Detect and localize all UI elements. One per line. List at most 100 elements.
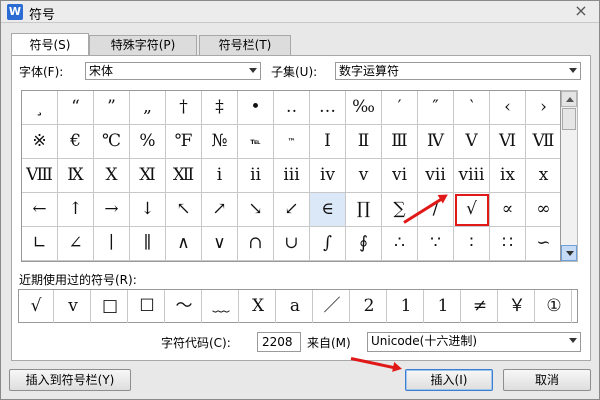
symbol-cell[interactable]: ‡: [202, 91, 238, 125]
symbol-cell[interactable]: ¸: [22, 91, 58, 125]
symbol-cell[interactable]: ⅳ: [310, 159, 346, 193]
symbol-cell[interactable]: ∈: [310, 193, 346, 227]
symbol-cell[interactable]: Ⅵ: [490, 125, 526, 159]
symbol-cell[interactable]: ∫: [310, 227, 346, 261]
symbol-cell[interactable]: ↖: [166, 193, 202, 227]
symbol-cell[interactable]: ∞: [526, 193, 560, 227]
close-icon[interactable]: ×: [571, 2, 591, 20]
symbol-cell[interactable]: ∨: [202, 227, 238, 261]
tab-symbols[interactable]: 符号(S): [11, 33, 89, 55]
tab-special-characters[interactable]: 特殊字符(P): [89, 35, 197, 55]
symbol-cell[interactable]: ‹: [490, 91, 526, 125]
symbol-cell[interactable]: ∧: [166, 227, 202, 261]
symbol-cell[interactable]: †: [166, 91, 202, 125]
recent-symbol-cell[interactable]: a: [278, 290, 313, 323]
insert-button[interactable]: 插入(I): [405, 369, 493, 391]
symbol-cell[interactable]: Ⅲ: [382, 125, 418, 159]
symbol-cell[interactable]: ™: [274, 125, 310, 159]
symbol-cell[interactable]: €: [58, 125, 94, 159]
symbol-cell[interactable]: ←: [22, 193, 58, 227]
symbol-cell[interactable]: ↙: [274, 193, 310, 227]
symbol-cell[interactable]: ⅶ: [418, 159, 454, 193]
recent-symbol-cell[interactable]: X: [241, 290, 276, 323]
symbol-cell[interactable]: ⅱ: [238, 159, 274, 193]
recent-symbol-cell[interactable]: v: [56, 290, 91, 323]
recent-symbol-cell[interactable]: ☐: [130, 290, 165, 323]
symbol-cell[interactable]: ‥: [274, 91, 310, 125]
symbol-cell[interactable]: ′: [382, 91, 418, 125]
symbol-cell[interactable]: Ⅻ: [166, 159, 202, 193]
symbol-cell[interactable]: ⅰ: [202, 159, 238, 193]
recent-symbol-cell[interactable]: ／: [315, 290, 350, 323]
symbol-cell[interactable]: Ⅷ: [22, 159, 58, 193]
recent-symbol-cell[interactable]: √: [19, 290, 54, 323]
font-select[interactable]: 宋体: [85, 62, 261, 80]
scroll-thumb[interactable]: [562, 108, 576, 130]
symbol-cell[interactable]: ‰: [346, 91, 382, 125]
symbol-cell[interactable]: Ⅳ: [418, 125, 454, 159]
symbol-cell[interactable]: ∽: [526, 227, 560, 261]
symbol-cell[interactable]: ∝: [490, 193, 526, 227]
cancel-button[interactable]: 取消: [503, 369, 591, 391]
symbol-cell[interactable]: ⅷ: [454, 159, 490, 193]
symbol-cell[interactable]: Ⅱ: [346, 125, 382, 159]
symbol-cell[interactable]: Ⅸ: [58, 159, 94, 193]
symbol-cell[interactable]: ∟: [22, 227, 58, 261]
symbol-cell[interactable]: ∷: [490, 227, 526, 261]
scroll-down-button[interactable]: [561, 245, 577, 261]
symbol-cell[interactable]: …: [310, 91, 346, 125]
symbol-cell[interactable]: ∥: [130, 227, 166, 261]
recent-symbol-cell[interactable]: ～: [167, 290, 202, 323]
symbol-cell[interactable]: ∑: [382, 193, 418, 227]
symbol-cell[interactable]: ↗: [202, 193, 238, 227]
symbol-cell[interactable]: „: [130, 91, 166, 125]
from-select[interactable]: Unicode(十六进制): [367, 332, 581, 352]
symbol-cell[interactable]: ⅸ: [490, 159, 526, 193]
symbol-cell[interactable]: ∩: [238, 227, 274, 261]
symbol-cell[interactable]: ↘: [238, 193, 274, 227]
symbol-cell[interactable]: “: [58, 91, 94, 125]
char-code-input[interactable]: 2208: [257, 332, 301, 352]
symbol-cell[interactable]: ∶: [454, 227, 490, 261]
symbol-cell[interactable]: Ⅶ: [526, 125, 560, 159]
symbol-cell[interactable]: ∠: [58, 227, 94, 261]
recent-symbol-cell[interactable]: ﹏: [204, 290, 239, 323]
symbol-cell[interactable]: ⅴ: [346, 159, 382, 193]
symbol-cell[interactable]: ↑: [58, 193, 94, 227]
recent-symbol-cell[interactable]: 1: [426, 290, 461, 323]
symbol-cell[interactable]: ›: [526, 91, 560, 125]
symbol-cell[interactable]: ”: [94, 91, 130, 125]
symbol-cell[interactable]: ‵: [454, 91, 490, 125]
symbol-cell[interactable]: Ⅴ: [454, 125, 490, 159]
symbol-cell[interactable]: %: [130, 125, 166, 159]
symbol-cell[interactable]: ∵: [418, 227, 454, 261]
symbol-cell[interactable]: ∪: [274, 227, 310, 261]
symbol-cell[interactable]: ∮: [346, 227, 382, 261]
symbol-cell[interactable]: Ⅺ: [130, 159, 166, 193]
symbol-cell[interactable]: ℉: [166, 125, 202, 159]
recent-symbol-cell[interactable]: ①: [537, 290, 572, 323]
symbol-cell[interactable]: Ⅰ: [310, 125, 346, 159]
symbol-cell[interactable]: ⅹ: [526, 159, 560, 193]
scroll-up-button[interactable]: [561, 91, 577, 107]
insert-to-symbol-bar-button[interactable]: 插入到符号栏(Y): [9, 369, 131, 391]
recent-symbol-cell[interactable]: 2: [352, 290, 387, 323]
symbol-cell[interactable]: №: [202, 125, 238, 159]
symbol-cell[interactable]: ∣: [94, 227, 130, 261]
grid-scrollbar[interactable]: [561, 90, 578, 262]
symbol-cell[interactable]: ∴: [382, 227, 418, 261]
symbol-cell[interactable]: ※: [22, 125, 58, 159]
symbol-cell[interactable]: ℡: [238, 125, 274, 159]
symbol-cell[interactable]: ⅲ: [274, 159, 310, 193]
tab-symbol-bar[interactable]: 符号栏(T): [199, 35, 291, 55]
recent-symbol-cell[interactable]: ≠: [463, 290, 498, 323]
symbol-cell[interactable]: ↓: [130, 193, 166, 227]
symbol-cell[interactable]: ″: [418, 91, 454, 125]
recent-symbol-cell[interactable]: □: [93, 290, 128, 323]
symbol-cell[interactable]: →: [94, 193, 130, 227]
recent-symbol-cell[interactable]: ￥: [500, 290, 535, 323]
subset-select[interactable]: 数字运算符: [335, 62, 581, 80]
recent-symbol-cell[interactable]: 1: [389, 290, 424, 323]
symbol-cell[interactable]: Ⅹ: [94, 159, 130, 193]
symbol-cell[interactable]: ⅵ: [382, 159, 418, 193]
